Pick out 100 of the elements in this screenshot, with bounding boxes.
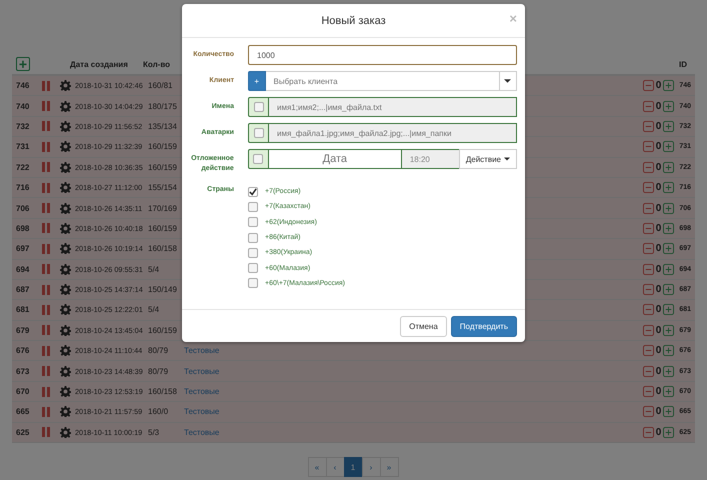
plus-icon[interactable] bbox=[663, 100, 674, 112]
minus-icon[interactable] bbox=[642, 386, 654, 398]
minus-icon[interactable] bbox=[642, 80, 654, 92]
minus-icon[interactable] bbox=[642, 366, 654, 377]
plus-icon[interactable] bbox=[663, 264, 674, 275]
plus-icon[interactable] bbox=[663, 386, 674, 398]
date-field[interactable]: Дата bbox=[268, 149, 402, 169]
pause-icon[interactable] bbox=[42, 244, 50, 254]
plus-icon[interactable] bbox=[663, 345, 674, 356]
group-link[interactable]: Тестовые bbox=[184, 366, 220, 376]
checkbox[interactable] bbox=[248, 186, 258, 197]
plus-icon[interactable] bbox=[663, 243, 674, 254]
pause-icon[interactable] bbox=[42, 406, 50, 417]
plus-icon[interactable] bbox=[663, 426, 674, 438]
page-link[interactable]: ‹ bbox=[326, 457, 344, 478]
pause-icon[interactable] bbox=[42, 264, 50, 274]
pause-icon[interactable] bbox=[42, 366, 50, 376]
checkbox[interactable] bbox=[248, 217, 258, 228]
minus-icon[interactable] bbox=[642, 426, 654, 438]
checkbox[interactable] bbox=[248, 232, 258, 243]
group-link[interactable]: Тестовые bbox=[184, 346, 220, 356]
minus-icon[interactable] bbox=[642, 100, 654, 112]
minus-icon[interactable] bbox=[642, 202, 654, 214]
confirm-button[interactable]: Подтвердить bbox=[450, 316, 517, 336]
checkbox[interactable] bbox=[254, 128, 264, 138]
group-link[interactable]: Тестовые bbox=[184, 387, 220, 396]
pause-icon[interactable] bbox=[42, 346, 50, 356]
plus-icon[interactable] bbox=[663, 284, 674, 296]
plus-icon[interactable] bbox=[663, 366, 674, 377]
action-dropdown[interactable]: Действие bbox=[458, 149, 517, 169]
gear-icon[interactable] bbox=[60, 324, 71, 336]
pause-icon[interactable] bbox=[42, 223, 50, 234]
pause-icon[interactable] bbox=[42, 142, 50, 152]
checkbox[interactable] bbox=[248, 278, 258, 288]
pause-icon[interactable] bbox=[42, 304, 50, 315]
gear-icon[interactable] bbox=[60, 304, 71, 316]
minus-icon[interactable] bbox=[642, 406, 654, 418]
gear-icon[interactable] bbox=[60, 80, 71, 92]
dropdown-button[interactable] bbox=[500, 71, 518, 91]
gear-icon[interactable] bbox=[60, 264, 71, 275]
pause-icon[interactable] bbox=[42, 121, 50, 132]
pause-icon[interactable] bbox=[42, 162, 50, 172]
gear-icon[interactable] bbox=[60, 100, 71, 112]
plus-icon[interactable] bbox=[663, 141, 674, 152]
plus-icon[interactable] bbox=[663, 406, 674, 418]
checkbox[interactable] bbox=[248, 248, 258, 258]
pause-icon[interactable] bbox=[42, 284, 50, 295]
page-link[interactable]: « bbox=[308, 457, 326, 478]
minus-icon[interactable] bbox=[642, 284, 654, 296]
close-button[interactable]: × bbox=[509, 12, 517, 25]
minus-icon[interactable] bbox=[642, 141, 654, 152]
gear-icon[interactable] bbox=[60, 345, 71, 356]
plus-icon[interactable] bbox=[663, 324, 674, 336]
cancel-button[interactable]: Отмена bbox=[400, 316, 447, 336]
pause-icon[interactable] bbox=[42, 182, 50, 193]
minus-icon[interactable] bbox=[642, 162, 654, 173]
gear-icon[interactable] bbox=[60, 202, 71, 214]
minus-icon[interactable] bbox=[642, 182, 654, 194]
checkbox[interactable] bbox=[254, 102, 264, 112]
plus-icon[interactable] bbox=[663, 182, 674, 194]
gear-icon[interactable] bbox=[60, 162, 71, 173]
checkbox[interactable] bbox=[248, 263, 258, 274]
gear-icon[interactable] bbox=[60, 182, 71, 194]
gear-icon[interactable] bbox=[60, 222, 71, 234]
quantity-field[interactable]: 1000 bbox=[248, 45, 517, 65]
group-link[interactable]: Тестовые bbox=[184, 428, 220, 437]
pause-icon[interactable] bbox=[42, 325, 50, 336]
minus-icon[interactable] bbox=[642, 345, 654, 356]
minus-icon[interactable] bbox=[642, 120, 654, 132]
checkbox[interactable] bbox=[253, 154, 264, 164]
gear-icon[interactable] bbox=[60, 366, 71, 377]
page-link[interactable]: » bbox=[380, 457, 398, 478]
pause-icon[interactable] bbox=[42, 101, 50, 112]
add-client-button[interactable]: + bbox=[248, 71, 266, 91]
pause-icon[interactable] bbox=[42, 80, 50, 91]
minus-icon[interactable] bbox=[642, 222, 654, 234]
plus-icon[interactable] bbox=[663, 80, 674, 92]
gear-icon[interactable] bbox=[60, 406, 71, 418]
client-field[interactable]: Выбрать клиента bbox=[266, 71, 500, 91]
pause-icon[interactable] bbox=[42, 427, 50, 438]
plus-icon[interactable] bbox=[663, 304, 674, 316]
pause-icon[interactable] bbox=[42, 203, 50, 214]
minus-icon[interactable] bbox=[642, 264, 654, 275]
pause-icon[interactable] bbox=[42, 386, 50, 397]
page-link[interactable]: › bbox=[362, 457, 380, 478]
group-link[interactable]: Тестовые bbox=[184, 407, 220, 416]
gear-icon[interactable] bbox=[60, 243, 71, 254]
minus-icon[interactable] bbox=[642, 304, 654, 316]
page-link[interactable]: 1 bbox=[344, 457, 362, 478]
add-button[interactable]: + bbox=[16, 57, 30, 71]
minus-icon[interactable] bbox=[642, 324, 654, 336]
gear-icon[interactable] bbox=[60, 426, 71, 438]
gear-icon[interactable] bbox=[60, 386, 71, 398]
minus-icon[interactable] bbox=[642, 243, 654, 254]
plus-icon[interactable] bbox=[663, 222, 674, 234]
gear-icon[interactable] bbox=[60, 284, 71, 296]
checkbox[interactable] bbox=[248, 202, 258, 212]
plus-icon[interactable] bbox=[663, 202, 674, 214]
gear-icon[interactable] bbox=[60, 141, 71, 152]
plus-icon[interactable] bbox=[663, 120, 674, 132]
